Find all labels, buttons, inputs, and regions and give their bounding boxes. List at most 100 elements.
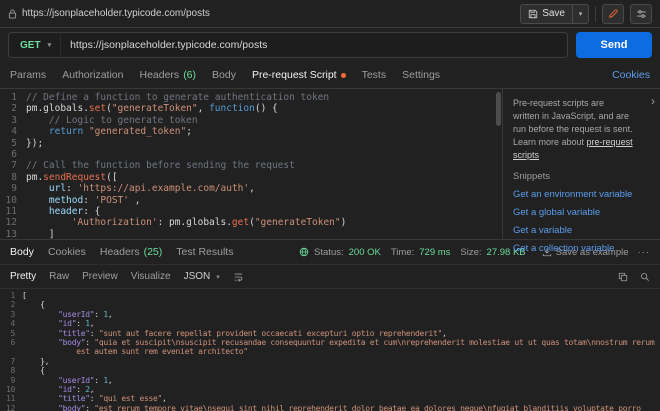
time-label: Time: bbox=[390, 246, 415, 258]
code-text: { bbox=[22, 366, 45, 376]
code-text: ] bbox=[26, 228, 55, 239]
snippets-title: Snippets bbox=[513, 171, 550, 182]
snippet-link-get-a-collection-variable[interactable]: Get a collection variable bbox=[513, 243, 650, 254]
editor-scrollbar[interactable] bbox=[494, 89, 502, 239]
tab-label: Cookies bbox=[47, 246, 86, 258]
view-tab-visualize[interactable]: Visualize bbox=[131, 271, 171, 282]
response-tab-cookies[interactable]: Cookies bbox=[48, 246, 86, 258]
copy-button[interactable] bbox=[618, 272, 628, 282]
code-text: "userId": 1, bbox=[58, 375, 113, 385]
view-tab-pretty[interactable]: Pretty bbox=[10, 271, 36, 282]
snippet-link-get-an-environment-variable[interactable]: Get an environment variable bbox=[513, 189, 650, 200]
tab-label: Pretty bbox=[10, 271, 37, 282]
lock-icon bbox=[8, 9, 17, 19]
line-number: 6 bbox=[10, 338, 15, 348]
code-line: 1[ bbox=[0, 291, 660, 300]
snippet-link-get-a-variable[interactable]: Get a variable bbox=[513, 225, 650, 236]
line-number: 5 bbox=[11, 137, 17, 149]
request-tab-authorization[interactable]: Authorization bbox=[62, 69, 123, 81]
cookies-link[interactable]: Cookies bbox=[612, 69, 650, 81]
code-line: 5}); bbox=[0, 138, 494, 149]
script-workspace: 1 // Define a function to generate authen… bbox=[0, 88, 660, 254]
topbar-actions: Save ▾ bbox=[520, 3, 652, 24]
method-select[interactable]: GET ▾ bbox=[8, 32, 62, 58]
request-tab-pre-request-script[interactable]: Pre-request Script bbox=[252, 69, 346, 81]
line-number: 4 bbox=[11, 126, 17, 138]
tab-label: Settings bbox=[402, 69, 441, 81]
unsaved-changes-dot bbox=[340, 72, 346, 78]
request-tab-headers[interactable]: Headers (6) bbox=[139, 69, 196, 81]
code-line: 2 { bbox=[0, 300, 660, 309]
code-line: 6 bbox=[0, 149, 494, 160]
line-number: 3 bbox=[10, 309, 15, 319]
tab-label: Headers bbox=[139, 69, 180, 81]
line-number: 10 bbox=[5, 385, 15, 395]
view-tab-preview[interactable]: Preview bbox=[82, 271, 118, 282]
request-tab-tests[interactable]: Tests bbox=[362, 69, 387, 81]
line-number: 8 bbox=[11, 171, 17, 183]
request-tab-params[interactable]: Params bbox=[10, 69, 46, 81]
tab-count: (25) bbox=[143, 246, 163, 258]
pre-request-script-editor[interactable]: 1 // Define a function to generate authen… bbox=[0, 89, 494, 239]
code-line: 13 ] bbox=[0, 229, 494, 239]
tab-label: Preview bbox=[82, 271, 118, 282]
code-text: "userId": 1, bbox=[58, 309, 113, 319]
line-number: 1 bbox=[10, 291, 15, 300]
code-text: "title": "sunt aut facere repellat provi… bbox=[58, 328, 447, 338]
breadcrumb-url: https://jsonplaceholder.typicode.com/pos… bbox=[22, 8, 210, 19]
code-line: 8 { bbox=[0, 366, 660, 375]
line-number: 11 bbox=[5, 394, 15, 404]
response-body-editor[interactable]: 1[2 {3 "userId": 1, 4 "id": 1, 5 "title": … bbox=[0, 288, 660, 411]
code-text: "id": 2, bbox=[58, 385, 95, 395]
url-input[interactable] bbox=[61, 32, 568, 58]
code-line: est autem sunt rem eveniet architecto" bbox=[0, 347, 660, 356]
code-line: 12 "body": "est rerum tempore vitae\nseq… bbox=[0, 404, 660, 411]
chevron-right-icon[interactable]: › bbox=[651, 94, 655, 108]
settings-button[interactable] bbox=[630, 3, 652, 24]
send-button[interactable]: Send bbox=[576, 32, 652, 58]
breadcrumb: https://jsonplaceholder.typicode.com/pos… bbox=[8, 8, 210, 19]
line-number: 9 bbox=[11, 183, 17, 195]
code-text: [ bbox=[22, 291, 27, 300]
line-number: 6 bbox=[11, 149, 17, 161]
status-value: 200 OK bbox=[348, 246, 381, 258]
search-button[interactable] bbox=[640, 272, 650, 282]
save-dropdown-button[interactable]: ▾ bbox=[572, 4, 588, 23]
format-label: JSON bbox=[183, 271, 211, 282]
line-number: 11 bbox=[5, 206, 17, 218]
response-tab-headers[interactable]: Headers (25) bbox=[100, 246, 162, 258]
response-tab-body[interactable]: Body bbox=[10, 246, 34, 258]
line-number: 2 bbox=[10, 300, 15, 310]
line-number: 10 bbox=[5, 194, 17, 206]
network-icon bbox=[299, 247, 309, 257]
format-select[interactable]: JSON ▾ bbox=[184, 271, 220, 282]
line-number: 1 bbox=[11, 92, 17, 103]
edit-button[interactable] bbox=[602, 3, 624, 24]
view-tab-raw[interactable]: Raw bbox=[49, 271, 69, 282]
code-line: 2 pm.globals.set("generateToken", functio… bbox=[0, 103, 494, 114]
tab-label: Visualize bbox=[130, 271, 171, 282]
snippet-link-get-a-global-variable[interactable]: Get a global variable bbox=[513, 207, 650, 218]
line-number: 9 bbox=[10, 375, 15, 385]
tab-label: Body bbox=[10, 246, 34, 258]
tab-label: Authorization bbox=[62, 69, 124, 81]
save-button-label: Save bbox=[542, 8, 565, 19]
pencil-icon bbox=[608, 8, 618, 19]
code-line: 11 "title": "qui est esse", bbox=[0, 394, 660, 403]
request-tab-body[interactable]: Body bbox=[212, 69, 236, 81]
response-tabs: Body Cookies Headers (25) Test Results bbox=[10, 246, 233, 258]
scrollbar-thumb[interactable] bbox=[496, 92, 501, 126]
code-line: 3 // Logic to generate token bbox=[0, 115, 494, 126]
line-number: 7 bbox=[11, 160, 17, 172]
request-bar: GET ▾ Send bbox=[0, 28, 660, 62]
wrap-text-button[interactable] bbox=[233, 272, 244, 282]
code-text: // Define a function to generate authent… bbox=[26, 92, 330, 103]
response-tab-test-results[interactable]: Test Results bbox=[176, 246, 233, 258]
toolbar-divider bbox=[595, 5, 596, 22]
request-tab-settings[interactable]: Settings bbox=[402, 69, 440, 81]
code-text: { bbox=[22, 300, 45, 310]
code-text: "title": "qui est esse", bbox=[58, 394, 167, 404]
save-button[interactable]: Save bbox=[521, 5, 572, 23]
response-view-tabs: Pretty Raw Preview Visualize bbox=[10, 271, 171, 282]
code-text: pm.globals.set("generateToken", function… bbox=[26, 103, 278, 115]
